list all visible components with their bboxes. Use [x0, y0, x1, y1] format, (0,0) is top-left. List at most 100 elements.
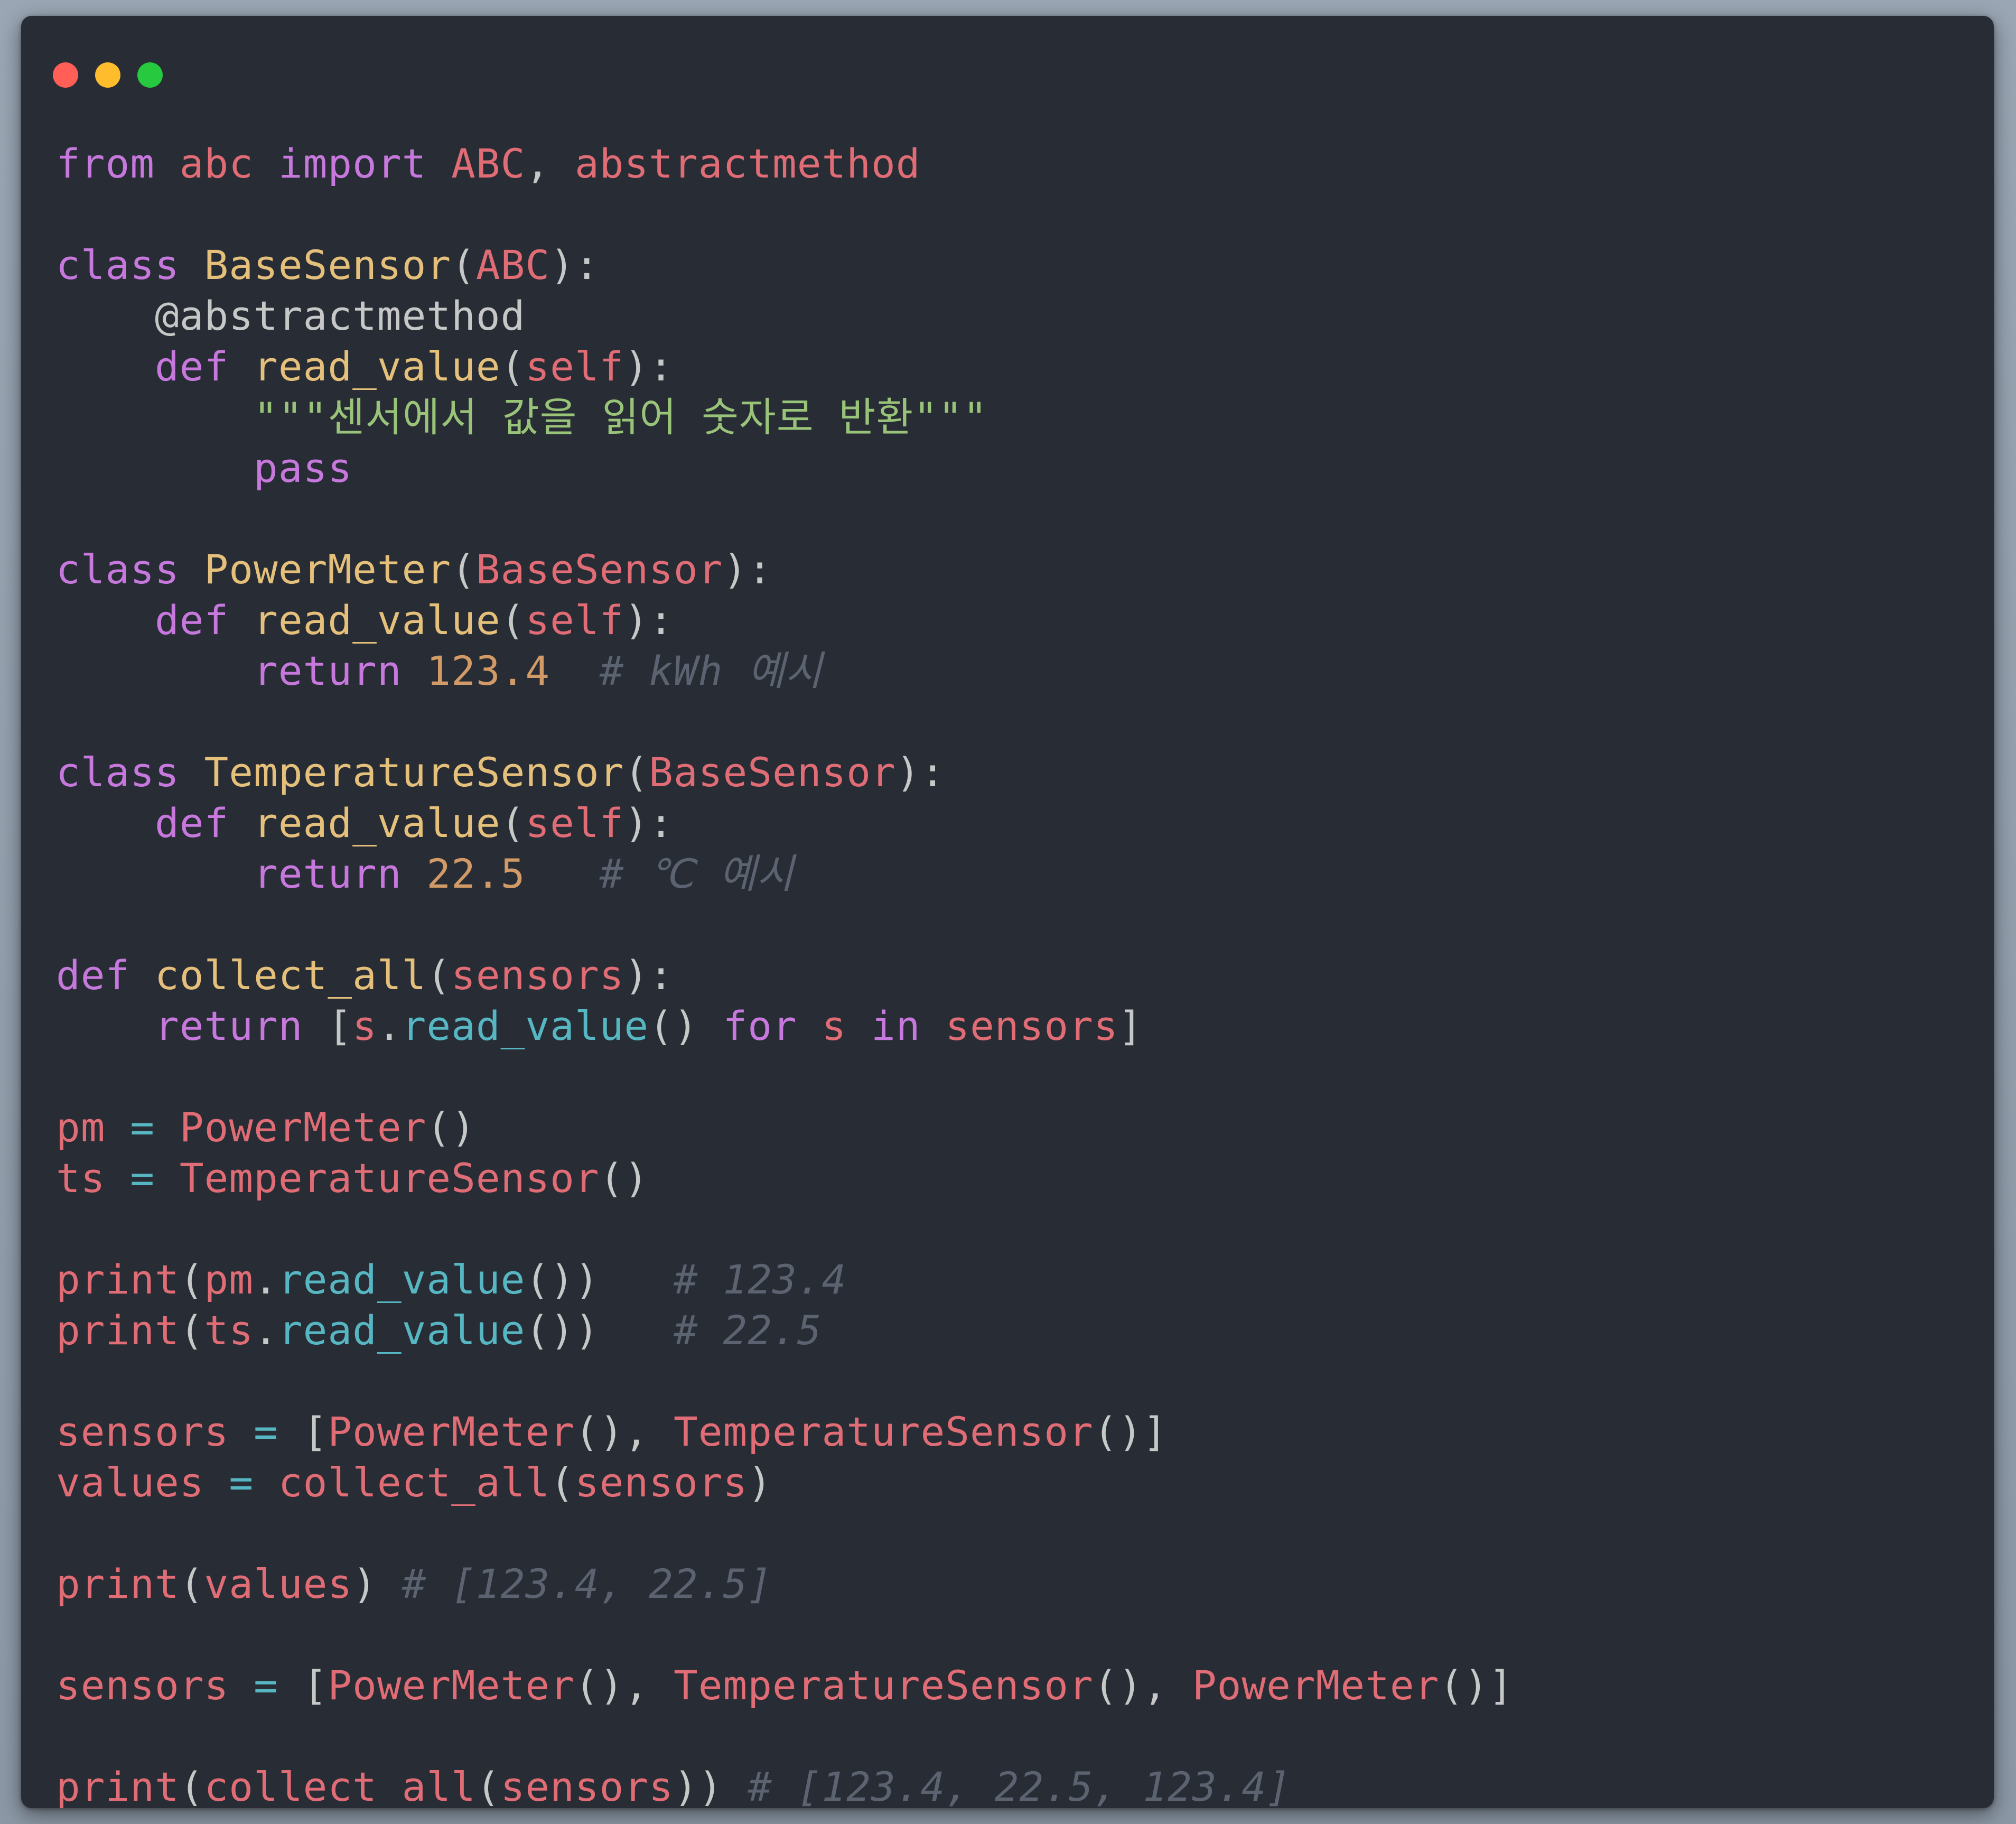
code-line: return 22.5 # ℃ 예시: [56, 849, 1514, 899]
code-token: in: [871, 1002, 921, 1049]
code-line: from abc import ABC, abstractmethod: [56, 138, 1514, 189]
code-token: =: [130, 1155, 155, 1202]
code-token: self: [525, 799, 624, 846]
code-token: TemperatureSensor: [179, 1155, 600, 1202]
code-token: ):: [624, 597, 674, 644]
code-token: # [123.4, 22.5, 123.4]: [748, 1763, 1291, 1808]
code-token: TemperatureSensor: [673, 1408, 1094, 1455]
close-window-button[interactable]: [53, 62, 78, 88]
window-controls: [53, 62, 163, 90]
code-token: sensors: [56, 1408, 229, 1455]
code-line: def read_value(self):: [56, 595, 1514, 646]
code-token: (): [599, 1155, 649, 1202]
code-token: # 22.5: [673, 1307, 822, 1354]
code-token: def: [155, 597, 229, 644]
code-token: ABC: [475, 241, 550, 289]
code-token: ]: [1118, 1002, 1143, 1049]
code-token: pm: [56, 1104, 106, 1151]
code-token: def: [56, 952, 130, 999]
code-token: )): [673, 1763, 748, 1808]
code-token: ,: [525, 140, 575, 187]
code-window: from abc import ABC, abstractmethod class…: [21, 16, 1994, 1808]
code-token: read_value: [254, 597, 501, 644]
code-token: BaseSensor: [204, 241, 452, 289]
code-line: print(collect_all(sensors)) # [123.4, 22…: [56, 1762, 1514, 1808]
code-line: class TemperatureSensor(BaseSensor):: [56, 747, 1514, 798]
code-token: def: [155, 343, 229, 390]
code-token: (),: [574, 1408, 674, 1455]
code-line: sensors = [PowerMeter(), TemperatureSens…: [56, 1407, 1514, 1457]
code-token: print: [56, 1307, 180, 1354]
code-token: TemperatureSensor: [204, 749, 624, 796]
code-token: abc: [179, 140, 254, 187]
code-token: (: [500, 343, 526, 390]
code-token: sensors: [945, 1002, 1118, 1049]
code-token: ):: [624, 799, 674, 846]
code-token: class: [56, 546, 180, 593]
code-token: ):: [624, 343, 674, 390]
code-token: ()]: [1439, 1662, 1514, 1709]
code-token: (),: [1093, 1662, 1192, 1709]
code-line: pm = PowerMeter(): [56, 1102, 1514, 1153]
code-line: return 123.4 # kWh 예시: [56, 646, 1514, 696]
code-token: # [123.4, 22.5]: [402, 1560, 772, 1607]
code-line: print(values) # [123.4, 22.5]: [56, 1559, 1514, 1609]
code-token: (: [500, 597, 526, 644]
code-block: from abc import ABC, abstractmethod class…: [56, 138, 1514, 1808]
code-token: (: [179, 1763, 204, 1808]
code-token: 22.5: [426, 850, 526, 897]
code-token: =: [254, 1662, 278, 1709]
code-token: (: [624, 749, 649, 796]
code-token: values: [204, 1560, 353, 1607]
code-token: read_value: [278, 1256, 526, 1303]
code-token: (: [426, 952, 452, 999]
code-token: class: [56, 749, 180, 796]
code-token: ()): [525, 1256, 674, 1303]
code-token: class: [56, 241, 180, 289]
code-token: """센서에서 값을 읽어 숫자로 반환""": [254, 394, 988, 441]
code-token: TemperatureSensor: [673, 1662, 1094, 1709]
code-token: collect_all: [278, 1459, 550, 1506]
code-token: sensors: [574, 1459, 748, 1506]
code-token: ABC: [451, 140, 526, 187]
code-token: pm: [204, 1256, 254, 1303]
code-token: sensors: [56, 1662, 229, 1709]
minimize-window-button[interactable]: [95, 62, 120, 88]
code-token: pass: [254, 444, 353, 491]
code-token: [: [278, 1662, 328, 1709]
code-line: class PowerMeter(BaseSensor):: [56, 544, 1514, 595]
code-token: [: [278, 1408, 328, 1455]
code-token: .: [377, 1002, 402, 1049]
code-token: PowerMeter: [1192, 1662, 1440, 1709]
code-token: (: [179, 1256, 204, 1303]
code-token: ts: [56, 1155, 106, 1202]
code-token: return: [254, 850, 402, 897]
code-token: def: [155, 799, 229, 846]
code-token: ts: [204, 1307, 254, 1354]
code-token: # kWh 예시: [599, 647, 823, 694]
code-token: read_value: [254, 799, 501, 846]
code-line: print(ts.read_value()) # 22.5: [56, 1305, 1514, 1356]
code-token: # 123.4: [673, 1256, 847, 1303]
code-token: self: [525, 343, 624, 390]
zoom-window-button[interactable]: [137, 62, 163, 88]
code-token: BaseSensor: [649, 749, 896, 796]
